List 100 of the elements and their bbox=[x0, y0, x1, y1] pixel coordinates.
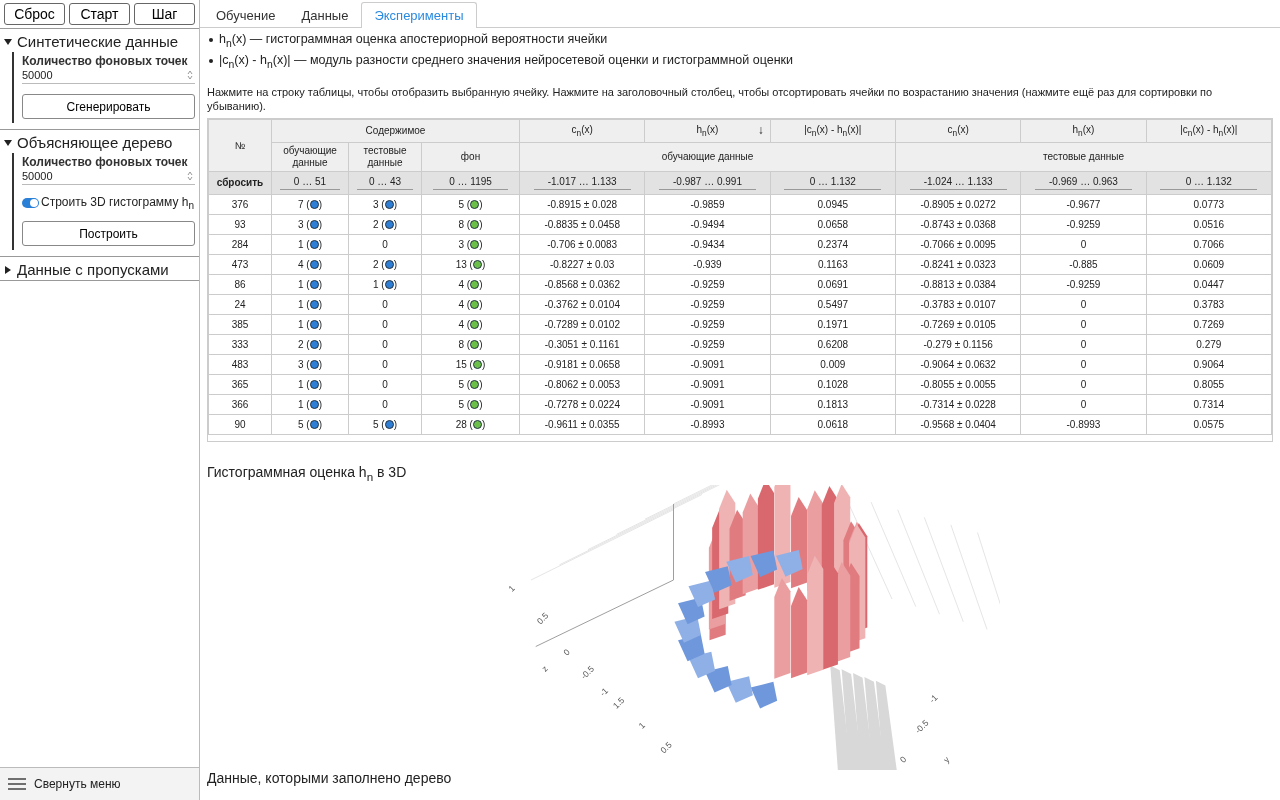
count-text: 2 ( bbox=[373, 258, 385, 270]
table-cell: 483 bbox=[208, 354, 272, 375]
column-header[interactable]: c$_{n}$(x) bbox=[895, 119, 1021, 143]
column-header[interactable]: тестовые данные bbox=[348, 142, 422, 172]
count-text: 1 ( bbox=[298, 318, 310, 330]
number-field[interactable]: 50000 bbox=[22, 170, 195, 185]
axis-tick-label: 0 bbox=[561, 646, 572, 658]
field-label: Количество фоновых точек bbox=[22, 54, 189, 68]
action-button[interactable]: Построить bbox=[22, 221, 195, 247]
count-text: ) bbox=[479, 378, 483, 390]
count-text: 1 ( bbox=[298, 298, 310, 310]
reset-link[interactable]: сбросить bbox=[208, 171, 272, 195]
table-cell: 385 bbox=[208, 314, 272, 335]
tab[interactable]: Данные bbox=[288, 2, 362, 28]
count-text: ) bbox=[479, 238, 483, 250]
table-cell: 333 bbox=[208, 334, 272, 355]
count-text: 3 ( bbox=[458, 238, 471, 250]
column-header[interactable]: h$_{n}$(x) ↓ bbox=[644, 119, 771, 143]
count-text: 15 ( bbox=[455, 358, 473, 370]
count-text: 3 ( bbox=[298, 358, 310, 370]
table-cell: 24 bbox=[208, 294, 272, 315]
count-text: ) bbox=[318, 378, 322, 390]
legend-text: |c$_{n}$(x) - h$_{n}$(x)| — модуль разности среднего значения нейросетевой оценки и гистограммной оценки bbox=[219, 52, 793, 69]
count-text: ) bbox=[318, 258, 322, 270]
count-text: ) bbox=[318, 298, 322, 310]
table-cell: 365 bbox=[208, 374, 272, 395]
column-header[interactable]: h$_{n}$(x) bbox=[1020, 119, 1147, 143]
group-header: обучающие данные bbox=[519, 142, 896, 172]
column-header[interactable]: |c$_{n}$(x) - h$_{n}$(x)| bbox=[1146, 119, 1272, 143]
action-button[interactable]: Сгенерировать bbox=[22, 94, 195, 119]
axis-tick-label: -1 bbox=[597, 685, 610, 699]
count-text: ) bbox=[479, 278, 483, 290]
count-text: ) bbox=[393, 198, 397, 210]
count-text: ) bbox=[481, 358, 486, 370]
count-text: ) bbox=[393, 418, 397, 430]
axis-tick-label: -0.5 bbox=[578, 663, 597, 681]
count-text: ) bbox=[479, 338, 483, 350]
count-text: 1 ( bbox=[298, 378, 310, 390]
column-header[interactable]: фон bbox=[421, 142, 520, 172]
count-text: ) bbox=[479, 198, 483, 210]
count-text: ) bbox=[318, 218, 322, 230]
column-header: Содержимое bbox=[271, 119, 520, 143]
toggle-label: Строить 3D гистограмму h$_{n}$ bbox=[41, 195, 194, 212]
table-cell: 473 bbox=[208, 254, 272, 275]
count-text: 1 ( bbox=[373, 278, 385, 290]
legend-text: h$_{n}$(x) — гистограммная оценка апостериорной вероятности ячейки bbox=[219, 32, 608, 49]
field-label: Количество фоновых точек bbox=[22, 155, 189, 169]
table-cell: 284 bbox=[208, 234, 272, 255]
column-header[interactable]: c$_{n}$(x) bbox=[519, 119, 645, 143]
tab[interactable]: Эксперименты bbox=[361, 2, 477, 28]
count-text: ) bbox=[318, 338, 322, 350]
toolbar-button[interactable]: Шаг bbox=[134, 3, 195, 25]
count-text: 1 ( bbox=[298, 278, 310, 290]
axis-tick-label: 0 bbox=[897, 754, 909, 765]
collapse-menu-link[interactable]: Свернуть меню bbox=[34, 777, 121, 791]
sort-indicator: ↓ bbox=[757, 124, 764, 136]
count-text: 7 ( bbox=[298, 198, 310, 210]
column-header[interactable]: |c$_{n}$(x) - h$_{n}$(x)| bbox=[770, 119, 896, 143]
table-cell: 366 bbox=[208, 394, 272, 415]
axis-tick-label: 1.5 bbox=[610, 694, 627, 711]
count-text: 4 ( bbox=[458, 278, 471, 290]
axis-tick-label: 0.5 bbox=[534, 610, 551, 626]
count-text: ) bbox=[318, 318, 322, 330]
toolbar-button[interactable]: Старт bbox=[69, 3, 130, 25]
count-text: ) bbox=[318, 238, 322, 250]
count-text: 1 ( bbox=[298, 398, 310, 410]
count-text: ) bbox=[481, 418, 486, 430]
count-text: ) bbox=[393, 258, 397, 270]
count-text: ) bbox=[318, 198, 322, 210]
count-text: ) bbox=[393, 218, 397, 230]
count-text: ) bbox=[481, 258, 486, 270]
count-text: ) bbox=[479, 398, 483, 410]
count-text: ) bbox=[318, 418, 322, 430]
count-text: 5 ( bbox=[458, 398, 471, 410]
section-title[interactable]: Объясняющее дерево bbox=[17, 134, 173, 151]
count-text: ) bbox=[479, 298, 483, 310]
number-field[interactable]: 50000 bbox=[22, 69, 195, 84]
count-text: ) bbox=[479, 218, 483, 230]
count-text: 8 ( bbox=[458, 218, 471, 230]
column-header[interactable]: обучающие данные bbox=[271, 142, 349, 172]
count-text: ) bbox=[318, 278, 322, 290]
table-cell: 90 bbox=[208, 414, 272, 435]
section-title[interactable]: Данные с пропусками bbox=[17, 261, 169, 279]
axis-tick-label: -0.5 bbox=[912, 717, 931, 736]
tab[interactable]: Обучение bbox=[203, 2, 289, 28]
count-text: 13 ( bbox=[455, 258, 473, 270]
count-text: ) bbox=[393, 278, 397, 290]
count-text: 1 ( bbox=[298, 238, 310, 250]
table-cell: 93 bbox=[208, 214, 272, 235]
count-text: 8 ( bbox=[458, 338, 471, 350]
toolbar-button[interactable]: Сброс bbox=[4, 3, 65, 25]
section-title[interactable]: Синтетические данные bbox=[17, 33, 179, 50]
count-text: ) bbox=[479, 318, 483, 330]
hint-text: Нажмите на строку таблицы, чтобы отобразить выбранную ячейку. Нажмите на заголовочный столбец, чтобы отсортировать ячейки по возрастанию значения (нажмите ещё раз для сортировки по убыванию). bbox=[207, 85, 1214, 113]
column-header[interactable]: № bbox=[208, 119, 272, 172]
axis-tick-label: 1 bbox=[636, 719, 647, 731]
count-text: 5 ( bbox=[458, 378, 471, 390]
axis-tick-label: 1 bbox=[506, 583, 517, 594]
axis-tick-label: y bbox=[941, 754, 952, 765]
table-cell: 86 bbox=[208, 274, 272, 295]
